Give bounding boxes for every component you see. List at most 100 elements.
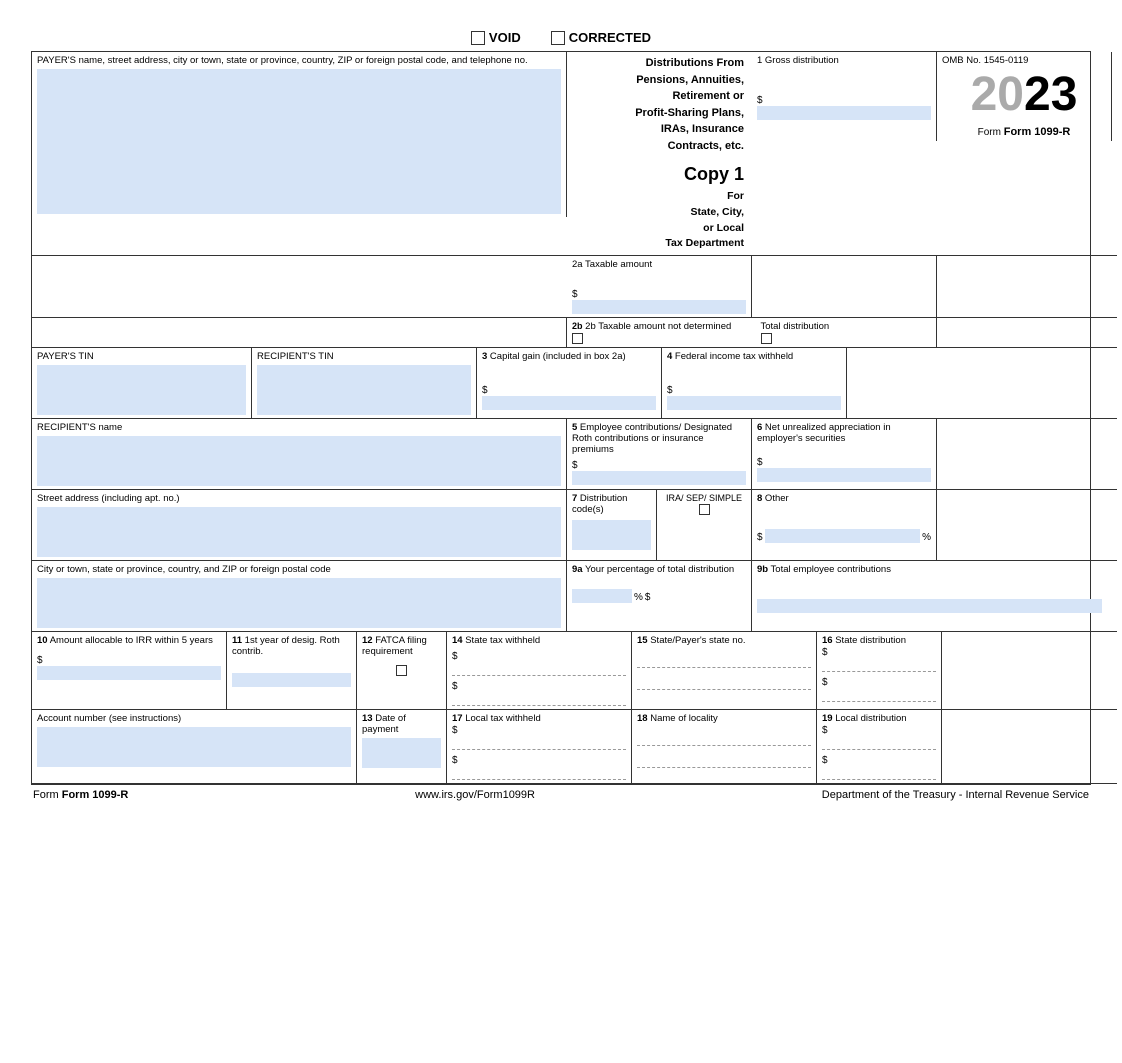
box14-field1[interactable]: [452, 662, 626, 676]
top-checkboxes: VOID CORRECTED: [31, 30, 1091, 45]
city-field[interactable]: [37, 578, 561, 628]
form-container: PAYER'S name, street address, city or to…: [31, 51, 1091, 785]
copy-label: Copy 1: [575, 164, 744, 185]
box6-field[interactable]: [757, 468, 931, 482]
bottom-row2-right-spacer: [942, 710, 1117, 783]
box4-field[interactable]: [667, 396, 841, 410]
box19-field2[interactable]: [822, 766, 936, 780]
total-dist-checkbox[interactable]: [761, 333, 772, 344]
total-dist-sub: Total distribution: [751, 321, 932, 344]
box12-cell: 12 FATCA filing requirement: [357, 632, 447, 709]
account-field[interactable]: [37, 727, 351, 767]
box19-field1[interactable]: [822, 736, 936, 750]
box7-field[interactable]: [572, 520, 651, 550]
box16-dollar2: $: [822, 677, 828, 688]
box9b-cell: 9b Total employee contributions: [752, 561, 1107, 631]
total-dist-label: Total distribution: [761, 321, 932, 332]
box10-label: 10 Amount allocable to IRR within 5 year…: [37, 635, 221, 646]
street-row-right-spacer: [937, 490, 1112, 560]
box12-checkbox[interactable]: [396, 665, 407, 676]
box18-field2[interactable]: [637, 750, 811, 768]
row2: 2a Taxable amount $: [32, 256, 1117, 318]
street-label: Street address (including apt. no.): [37, 493, 561, 504]
box9a-label: 9a Your percentage of total distribution: [572, 564, 746, 575]
box15-cell: 15 State/Payer's state no.: [632, 632, 817, 709]
form-footer: Form Form 1099-R www.irs.gov/Form1099R D…: [31, 785, 1091, 805]
box17-label: 17 Local tax withheld: [452, 713, 626, 724]
city-cell: City or town, state or province, country…: [32, 561, 567, 631]
box17-field1[interactable]: [452, 736, 626, 750]
recipient-tin-field[interactable]: [257, 365, 471, 415]
box1-cell: 1 Gross distribution $: [752, 52, 937, 141]
corrected-checkbox[interactable]: [551, 31, 565, 45]
box13-field[interactable]: [362, 738, 441, 768]
bottom-row1: 10 Amount allocable to IRR within 5 year…: [32, 632, 1117, 710]
box16-dollar1: $: [822, 647, 828, 658]
box14-field2[interactable]: [452, 692, 626, 706]
box16-field2[interactable]: [822, 688, 936, 702]
box8-label: 8 Other: [757, 493, 931, 504]
box3-dollar: $: [482, 385, 488, 396]
ira-sep-checkbox[interactable]: [699, 504, 710, 515]
omb-year-cell: OMB No. 1545-0119 2023 Form Form 1099-R: [937, 52, 1112, 141]
recipient-name-cell: RECIPIENT'S name: [32, 419, 567, 489]
bottom-row2: Account number (see instructions) 13 Dat…: [32, 710, 1117, 784]
page-wrapper: VOID CORRECTED PAYER'S name, street addr…: [21, 20, 1101, 815]
corrected-label: CORRECTED: [569, 30, 651, 45]
corrected-checkbox-item[interactable]: CORRECTED: [551, 30, 651, 45]
street-field[interactable]: [37, 507, 561, 557]
box2a-cell: 2a Taxable amount $: [567, 256, 752, 317]
box5-field[interactable]: [572, 471, 746, 485]
recipient-tin-cell: RECIPIENT'S TIN: [252, 348, 477, 418]
bottom-row1-right-spacer: [942, 632, 1117, 709]
box8-field[interactable]: [765, 529, 921, 543]
footer-website: www.irs.gov/Form1099R: [415, 789, 535, 801]
box13-cell: 13 Date of payment: [357, 710, 447, 783]
box2a-field[interactable]: [572, 300, 746, 314]
box2b-total-cell: 2b 2b Taxable amount not determined Tota…: [567, 318, 937, 347]
payer-tin-label: PAYER'S TIN: [37, 351, 246, 362]
box1-label: 1 Gross distribution: [757, 55, 931, 66]
box6-dollar: $: [757, 457, 763, 468]
header-right-cell: Distributions FromPensions, Annuities,Re…: [567, 52, 752, 255]
box9a-cell: 9a Your percentage of total distribution…: [567, 561, 752, 631]
void-checkbox-item[interactable]: VOID: [471, 30, 521, 45]
payer-tin-field[interactable]: [37, 365, 246, 415]
box10-dollar: $: [37, 655, 43, 666]
payer-tin-cell: PAYER'S TIN: [32, 348, 252, 418]
box11-label: 11 1st year of desig. Roth contrib.: [232, 635, 351, 657]
box10-field[interactable]: [37, 666, 221, 680]
box2a-label: 2a Taxable amount: [572, 259, 746, 270]
box11-field[interactable]: [232, 673, 351, 687]
box1-field[interactable]: [757, 106, 931, 120]
box2b-checkbox[interactable]: [572, 333, 583, 344]
box14-label: 14 State tax withheld: [452, 635, 626, 646]
header-title: Distributions FromPensions, Annuities,Re…: [575, 55, 744, 154]
box15-field2[interactable]: [637, 672, 811, 690]
box6-label: 6 Net unrealized appreciation in employe…: [757, 422, 931, 444]
for-label: ForState, City,or LocalTax Department: [575, 189, 744, 252]
box18-label: 18 Name of locality: [637, 713, 811, 724]
box5-dollar: $: [572, 460, 578, 471]
box9a-pct-field[interactable]: [572, 589, 632, 603]
box9a-pct-sign: %: [634, 592, 643, 603]
box16-field1[interactable]: [822, 658, 936, 672]
box4-label: 4 Federal income tax withheld: [667, 351, 841, 362]
void-checkbox[interactable]: [471, 31, 485, 45]
payer-name-field[interactable]: [37, 69, 561, 214]
recipient-name-field[interactable]: [37, 436, 561, 486]
box9b-field[interactable]: [757, 599, 1102, 613]
void-label: VOID: [489, 30, 521, 45]
box15-label: 15 State/Payer's state no.: [637, 635, 811, 646]
box8-cell: 8 Other $ %: [752, 490, 937, 560]
box19-dollar1: $: [822, 725, 828, 736]
box8-dollar: $: [757, 532, 763, 543]
payer-name-cell: PAYER'S name, street address, city or to…: [32, 52, 567, 217]
box3-field[interactable]: [482, 396, 656, 410]
row3-right-spacer: [937, 318, 1112, 347]
omb-spacer: [752, 256, 937, 317]
footer-form-title: Form Form 1099-R: [33, 789, 128, 801]
box17-field2[interactable]: [452, 766, 626, 780]
box15-field1[interactable]: [637, 650, 811, 668]
box18-field1[interactable]: [637, 728, 811, 746]
